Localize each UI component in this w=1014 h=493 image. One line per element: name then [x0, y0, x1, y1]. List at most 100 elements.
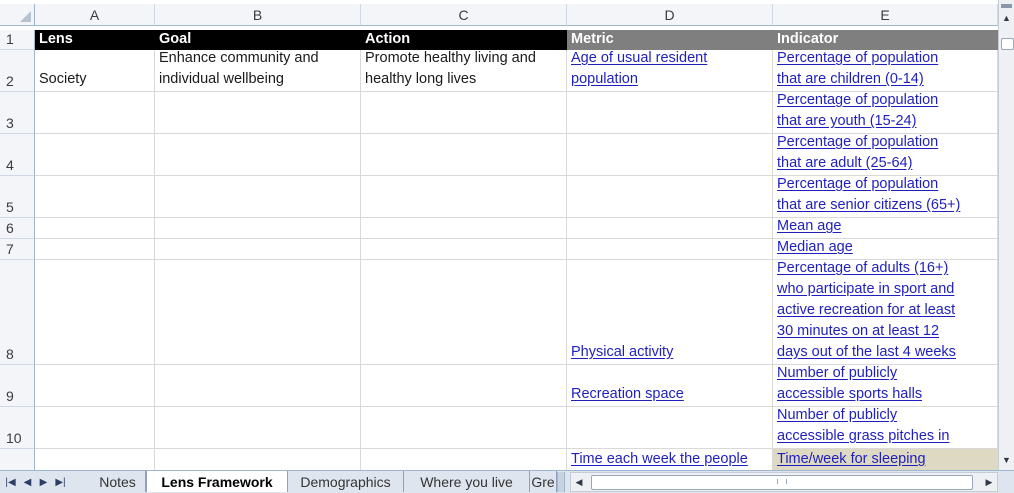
cell-d9[interactable]: Recreation space [567, 365, 773, 407]
row-header-10[interactable]: 10 [0, 407, 35, 449]
cell-d10[interactable] [567, 407, 773, 449]
cell-b1[interactable]: Goal [155, 30, 361, 50]
hyperlink[interactable]: Number of publicly accessible sports hal… [777, 365, 922, 405]
scroll-down-icon[interactable]: ▼ [999, 452, 1014, 468]
cell-d4[interactable] [567, 134, 773, 176]
scroll-up-icon[interactable]: ▲ [999, 10, 1014, 26]
cell-a1[interactable]: Lens [35, 30, 155, 50]
horizontal-scrollbar[interactable]: ◀ ▶ [570, 472, 998, 492]
sheet-tab-demographics[interactable]: Demographics [288, 471, 404, 492]
sheet-tab-notes[interactable]: Notes [90, 471, 146, 492]
cell-b3[interactable] [155, 92, 361, 134]
cell-a4[interactable] [35, 134, 155, 176]
row-header-4[interactable]: 4 [0, 134, 35, 176]
row-header-next[interactable] [0, 449, 35, 470]
cell-enext[interactable]: Time/week for sleeping [773, 449, 998, 470]
column-header-d[interactable]: D [567, 4, 773, 26]
cell-dnext[interactable]: Time each week the people [567, 449, 773, 470]
select-all-corner[interactable] [0, 4, 35, 26]
first-sheet-icon[interactable]: |◀ [3, 471, 18, 493]
cell-a10[interactable] [35, 407, 155, 449]
cell-b5[interactable] [155, 176, 361, 218]
cell-e10[interactable]: Number of publicly accessible grass pitc… [773, 407, 998, 449]
row-header-8[interactable]: 8 [0, 260, 35, 365]
cell-a3[interactable] [35, 92, 155, 134]
row-header-7[interactable]: 7 [0, 239, 35, 260]
cell-c10[interactable] [361, 407, 567, 449]
cell-b8[interactable] [155, 260, 361, 365]
cell-a6[interactable] [35, 218, 155, 239]
cell-e5[interactable]: Percentage of population that are senior… [773, 176, 998, 218]
hyperlink[interactable]: Percentage of population that are adult … [777, 134, 938, 174]
cell-c5[interactable] [361, 176, 567, 218]
cell-c6[interactable] [361, 218, 567, 239]
cell-b6[interactable] [155, 218, 361, 239]
cell-e6[interactable]: Mean age [773, 218, 998, 239]
scroll-right-icon[interactable]: ▶ [981, 473, 997, 491]
hyperlink[interactable]: Median age [777, 239, 853, 258]
hyperlink[interactable]: Percentage of population that are senior… [777, 176, 960, 216]
tab-scroll-splitter[interactable] [557, 472, 565, 492]
sheet-tab-where-you-live[interactable]: Where you live [404, 471, 530, 492]
cell-e9[interactable]: Number of publicly accessible sports hal… [773, 365, 998, 407]
row-header-1[interactable]: 1 [0, 30, 35, 50]
hyperlink[interactable]: Recreation space [571, 384, 684, 405]
hyperlink[interactable]: Time/week for sleeping [777, 449, 926, 470]
hyperlink[interactable]: Number of publicly accessible grass pitc… [777, 407, 949, 447]
cell-cnext[interactable] [361, 449, 567, 470]
cell-d7[interactable] [567, 239, 773, 260]
hyperlink[interactable]: Age of usual resident population [571, 50, 707, 90]
row-header-3[interactable]: 3 [0, 92, 35, 134]
cell-c7[interactable] [361, 239, 567, 260]
cell-d5[interactable] [567, 176, 773, 218]
cell-a7[interactable] [35, 239, 155, 260]
cell-c2[interactable]: Promote healthy living and healthy long … [361, 50, 567, 92]
cell-c3[interactable] [361, 92, 567, 134]
hyperlink[interactable]: Percentage of adults (16+) who participa… [777, 260, 956, 363]
column-header-a[interactable]: A [35, 4, 155, 26]
cell-a8[interactable] [35, 260, 155, 365]
cell-b9[interactable] [155, 365, 361, 407]
column-header-e[interactable]: E [773, 4, 998, 26]
scroll-left-icon[interactable]: ◀ [571, 473, 587, 491]
row-header-6[interactable]: 6 [0, 218, 35, 239]
cell-d6[interactable] [567, 218, 773, 239]
row-header-9[interactable]: 9 [0, 365, 35, 407]
column-header-b[interactable]: B [155, 4, 361, 26]
cell-c8[interactable] [361, 260, 567, 365]
cell-b10[interactable] [155, 407, 361, 449]
hyperlink[interactable]: Physical activity [571, 342, 673, 363]
vertical-split-handle[interactable] [1001, 4, 1012, 8]
vertical-scrollbar[interactable]: ▲ ▼ [998, 0, 1014, 470]
last-sheet-icon[interactable]: ▶| [53, 471, 68, 493]
sheet-tab-gre[interactable]: Gre [530, 471, 557, 492]
cell-c9[interactable] [361, 365, 567, 407]
hyperlink[interactable]: Time each week the people [571, 449, 748, 470]
cell-d8[interactable]: Physical activity [567, 260, 773, 365]
cell-e1[interactable]: Indicator [773, 30, 998, 50]
column-header-c[interactable]: C [361, 4, 567, 26]
cell-d3[interactable] [567, 92, 773, 134]
cell-d1[interactable]: Metric [567, 30, 773, 50]
cell-e7[interactable]: Median age [773, 239, 998, 260]
cell-b4[interactable] [155, 134, 361, 176]
row-header-2[interactable]: 2 [0, 50, 35, 92]
cell-anext[interactable] [35, 449, 155, 470]
sheet-tab-lens-framework[interactable]: Lens Framework [146, 471, 288, 492]
cell-a5[interactable] [35, 176, 155, 218]
cell-e3[interactable]: Percentage of population that are youth … [773, 92, 998, 134]
hyperlink[interactable]: Percentage of population that are youth … [777, 92, 938, 132]
cell-e8[interactable]: Percentage of adults (16+) who participa… [773, 260, 998, 365]
cell-e2[interactable]: Percentage of population that are childr… [773, 50, 998, 92]
prev-sheet-icon[interactable]: ◀ [20, 471, 35, 493]
horizontal-scroll-thumb[interactable] [591, 475, 973, 490]
hyperlink[interactable]: Percentage of population that are childr… [777, 50, 938, 90]
cell-b2[interactable]: Enhance community and individual wellbei… [155, 50, 361, 92]
cell-c1[interactable]: Action [361, 30, 567, 50]
cell-b7[interactable] [155, 239, 361, 260]
row-header-5[interactable]: 5 [0, 176, 35, 218]
cell-bnext[interactable] [155, 449, 361, 470]
cell-a2[interactable]: Society [35, 50, 155, 92]
cell-e4[interactable]: Percentage of population that are adult … [773, 134, 998, 176]
cell-d2[interactable]: Age of usual resident population [567, 50, 773, 92]
